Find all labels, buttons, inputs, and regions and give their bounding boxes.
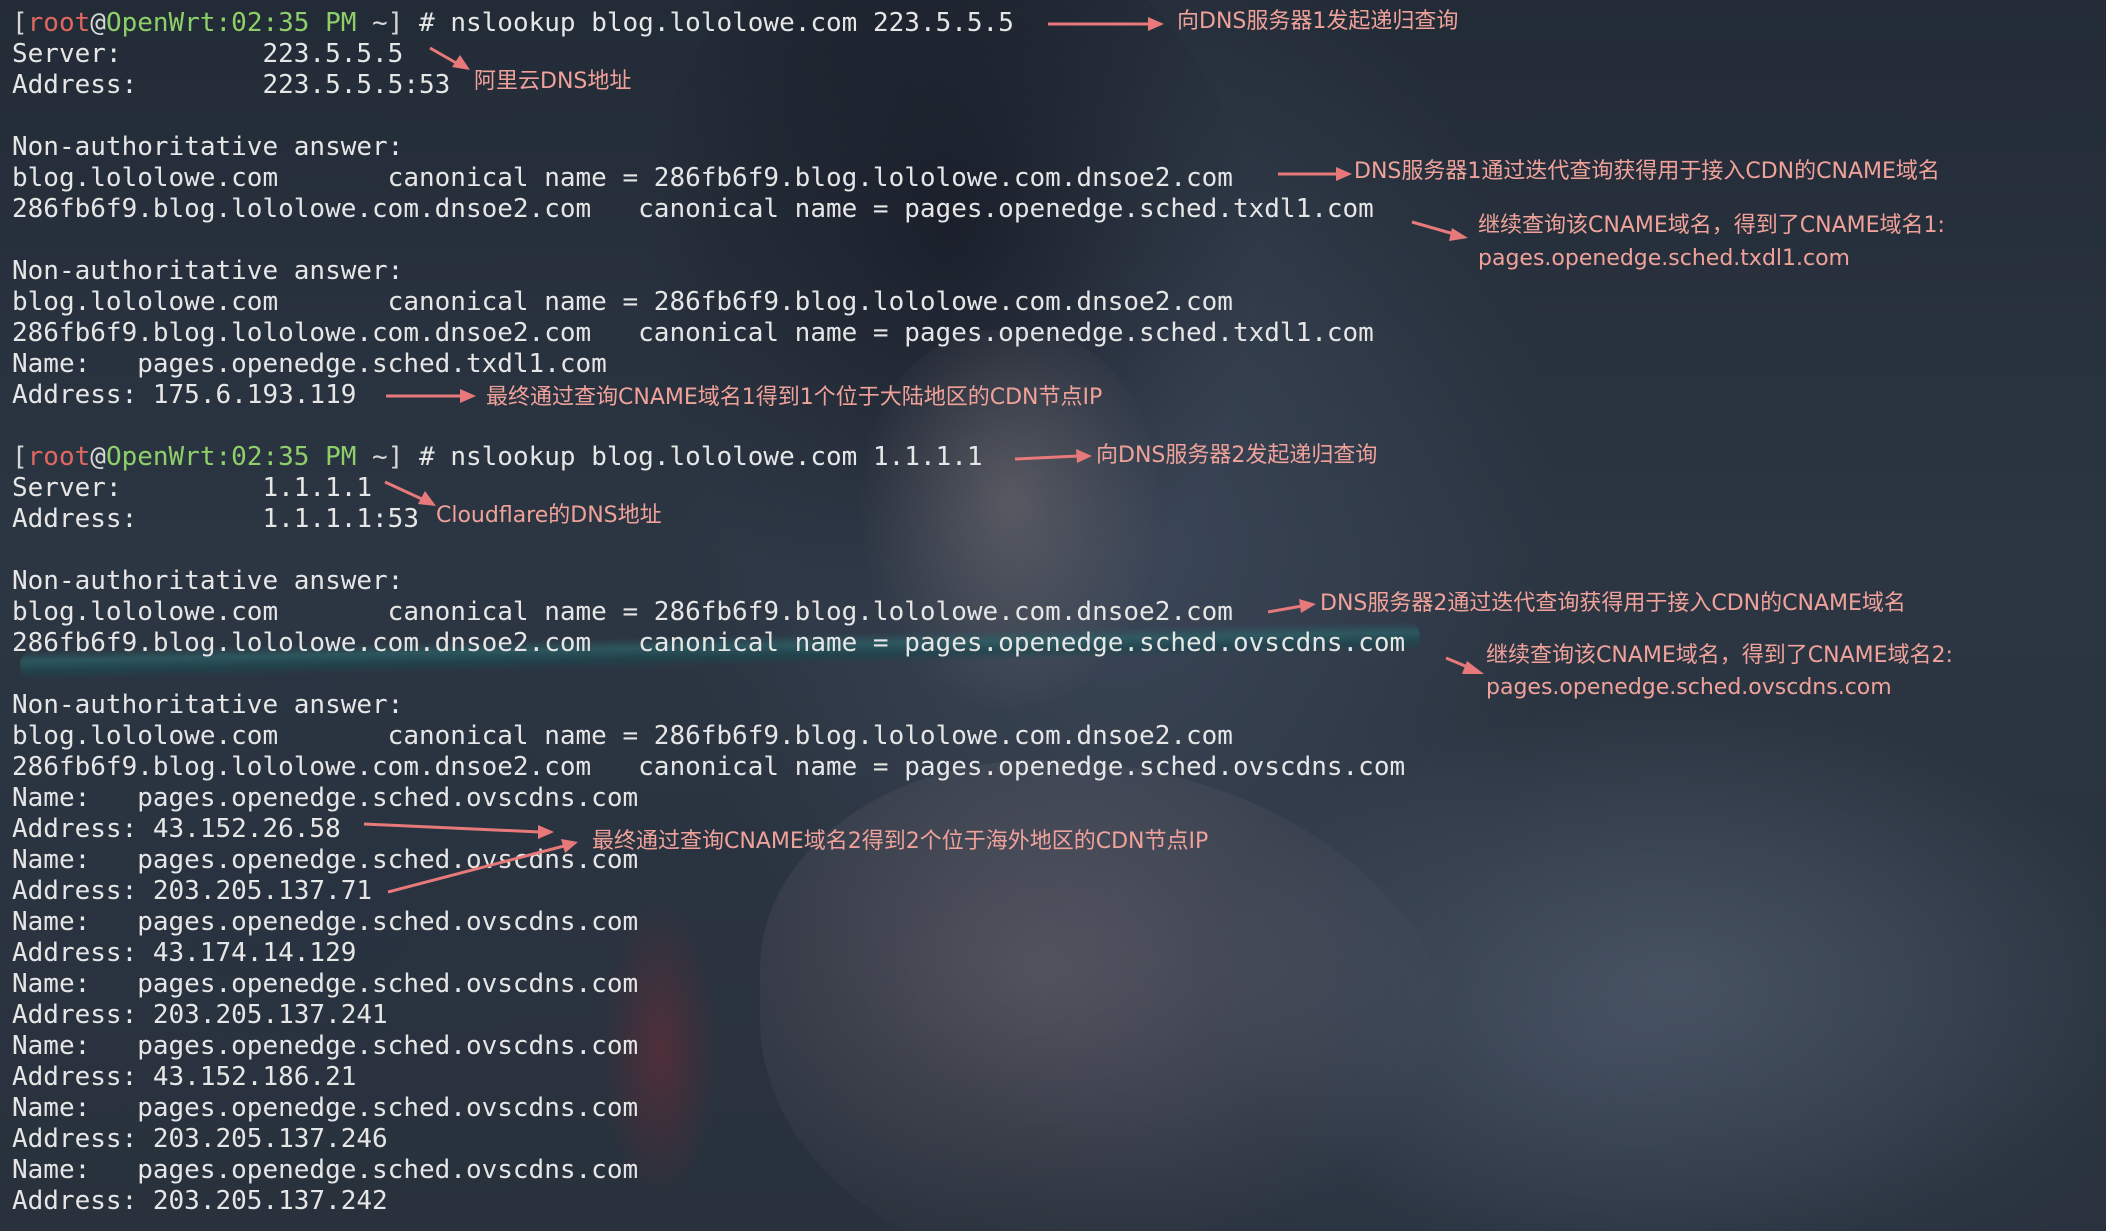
annotation-continue-cname-1: 继续查询该CNAME域名，得到了CNAME域名1: <box>1478 213 1945 238</box>
annotation-final-ip-2: 最终通过查询CNAME域名2得到2个位于海外地区的CDN节点IP <box>592 829 1209 854</box>
arrow-continue-cname-1 <box>1411 220 1468 241</box>
annotation-cname-via-server1: DNS服务器1通过迭代查询获得用于接入CDN的CNAME域名 <box>1354 159 1940 184</box>
annotation-recursive-query-1: 向DNS服务器1发起递归查询 <box>1177 9 1459 34</box>
annotation-cname-2-domain: pages.openedge.sched.ovscdns.com <box>1486 675 1892 700</box>
arrow-cname-server1 <box>1278 167 1352 181</box>
annotation-cname-1-domain: pages.openedge.sched.txdl1.com <box>1478 246 1850 271</box>
arrow-final-ip-1 <box>386 389 476 403</box>
arrow-cname-server2 <box>1267 599 1316 614</box>
arrow-final-ip-2-second <box>387 839 578 894</box>
arrow-aliyun-dns <box>429 46 470 70</box>
annotation-cloudflare-dns: Cloudflare的DNS地址 <box>436 503 662 528</box>
annotation-continue-cname-2: 继续查询该CNAME域名，得到了CNAME域名2: <box>1486 643 1953 668</box>
terminal-window[interactable]: [root@OpenWrt:02:35 PM ~] # nslookup blo… <box>0 0 2106 1231</box>
arrow-cloudflare-dns <box>384 480 436 506</box>
arrow-recursive-query-2 <box>1014 449 1092 463</box>
annotation-recursive-query-2: 向DNS服务器2发起递归查询 <box>1096 443 1378 468</box>
annotation-cname-via-server2: DNS服务器2通过迭代查询获得用于接入CDN的CNAME域名 <box>1320 591 1906 616</box>
arrow-final-ip-2-first <box>363 822 554 839</box>
arrow-recursive-query-1 <box>1048 17 1164 31</box>
annotation-aliyun-dns: 阿里云DNS地址 <box>474 69 632 94</box>
arrow-continue-cname-2 <box>1445 656 1484 674</box>
annotation-final-ip-1: 最终通过查询CNAME域名1得到1个位于大陆地区的CDN节点IP <box>486 385 1103 410</box>
